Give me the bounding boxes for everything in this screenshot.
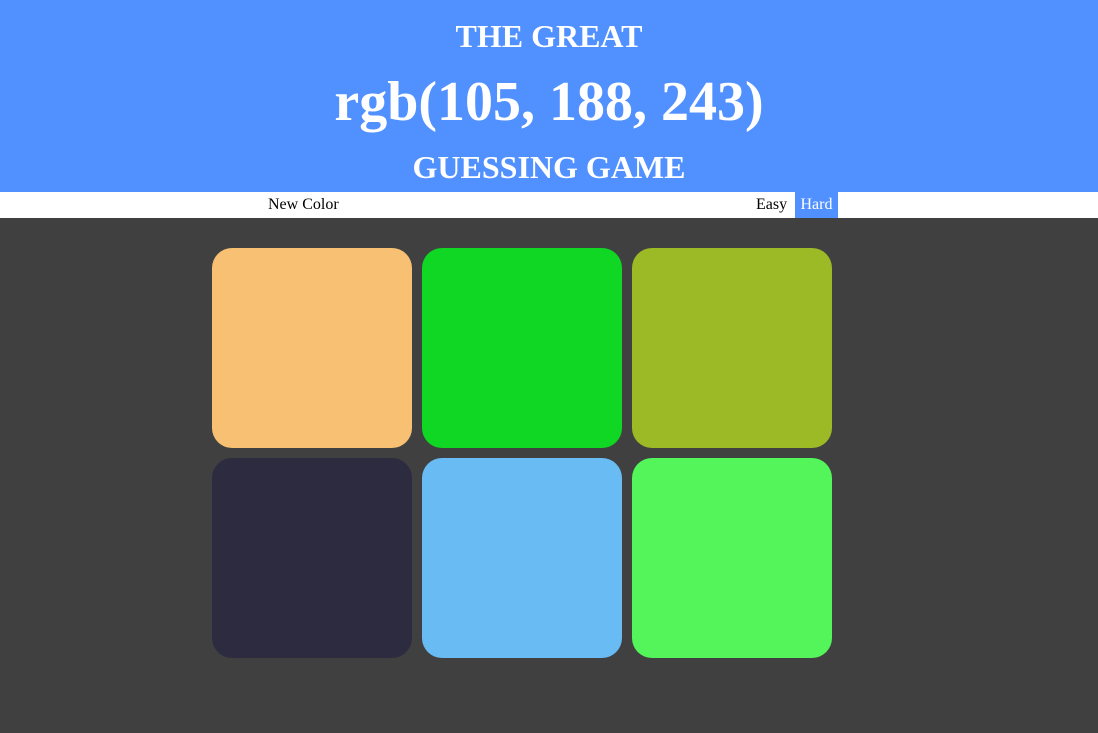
header: THE GREAT rgb(105, 188, 243) GUESSING GA… <box>0 0 1098 192</box>
status-message <box>500 192 600 218</box>
color-square[interactable] <box>422 458 622 658</box>
hard-mode-button[interactable]: Hard <box>795 192 838 218</box>
title-top: THE GREAT <box>455 18 643 54</box>
color-square[interactable] <box>632 458 832 658</box>
color-square[interactable] <box>212 248 412 448</box>
target-color-display: rgb(105, 188, 243) <box>334 71 764 133</box>
title-bottom: GUESSING GAME <box>412 149 686 185</box>
new-color-button[interactable]: New Color <box>261 192 346 218</box>
color-square[interactable] <box>212 458 412 658</box>
easy-mode-button[interactable]: Easy <box>749 192 794 218</box>
control-stripe: New Color Easy Hard <box>0 192 1098 218</box>
color-square[interactable] <box>422 248 622 448</box>
color-grid <box>212 248 842 668</box>
color-square[interactable] <box>632 248 832 448</box>
